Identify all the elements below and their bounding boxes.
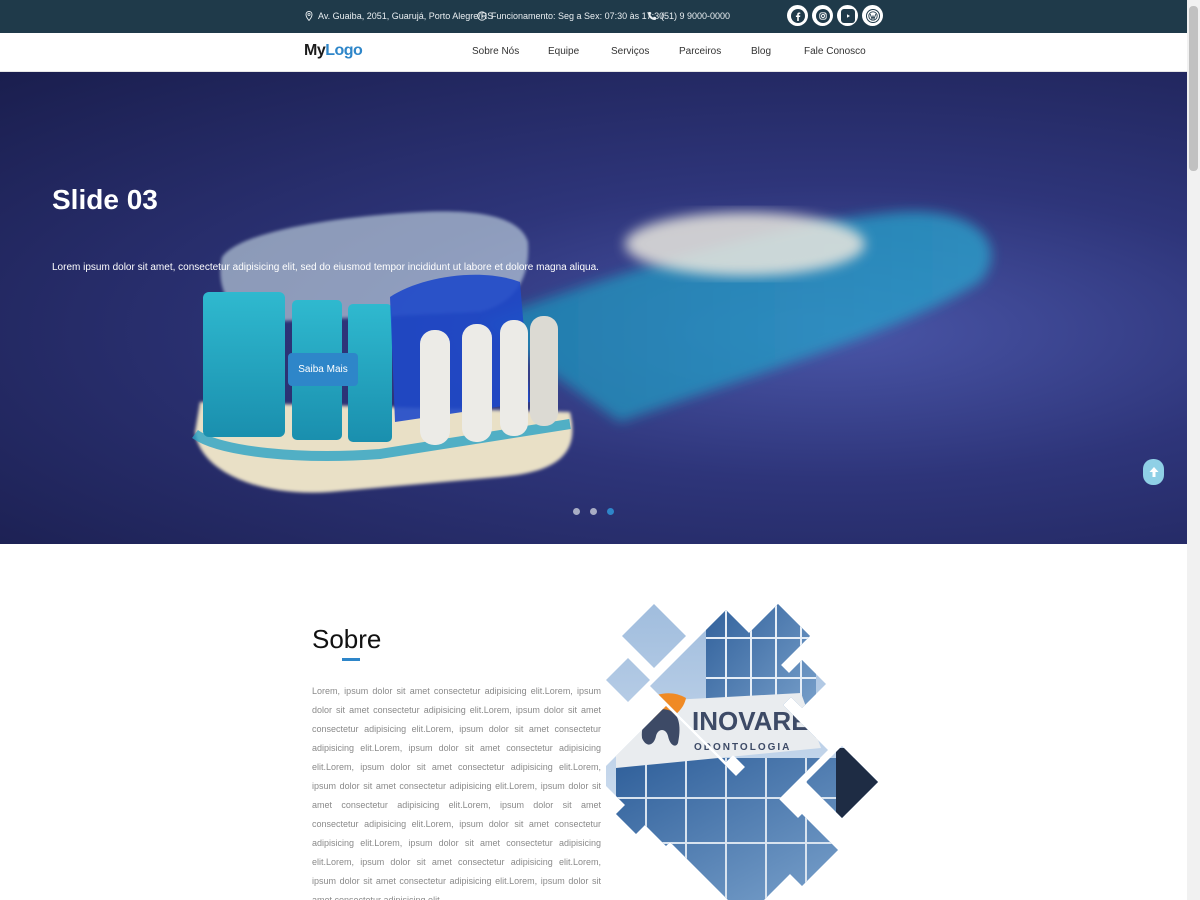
saiba-mais-button[interactable]: Saiba Mais xyxy=(288,353,358,386)
scrollbar-thumb[interactable] xyxy=(1189,6,1198,171)
back-to-top-button[interactable] xyxy=(1143,459,1164,485)
phone-icon xyxy=(648,12,656,20)
nav-sobre-nos[interactable]: Sobre Nós xyxy=(472,46,519,57)
top-info-bar: Av. Guaiba, 2051, Guarujá, Porto Alegre/… xyxy=(0,0,1187,33)
nav-fale-conosco[interactable]: Fale Conosco xyxy=(804,46,866,57)
phone-text: (51) 9 9000-0000 xyxy=(661,11,731,21)
clock-icon xyxy=(477,11,487,21)
phone-info: (51) 9 9000-0000 xyxy=(647,11,730,21)
youtube-icon xyxy=(840,8,855,23)
logo-part-my: My xyxy=(304,42,326,59)
about-title: Sobre xyxy=(312,624,382,654)
page-scrollbar[interactable] xyxy=(1187,0,1200,900)
slide-title: Slide 03 xyxy=(52,184,158,215)
clinic-mosaic-image: INOVARE ODONTOLOGIA xyxy=(606,604,878,900)
page: Av. Guaiba, 2051, Guarujá, Porto Alegre/… xyxy=(0,0,1200,900)
main-navbar: MyLogo Sobre Nós Equipe Serviços Parceir… xyxy=(0,33,1187,72)
nav-blog[interactable]: Blog xyxy=(751,46,771,57)
about-paragraph: Lorem, ipsum dolor sit amet consectetur … xyxy=(312,686,601,900)
instagram-icon xyxy=(815,8,830,23)
youtube-link[interactable] xyxy=(837,5,858,26)
arrow-up-icon xyxy=(1149,467,1158,477)
facebook-link[interactable] xyxy=(787,5,808,26)
instagram-link[interactable] xyxy=(812,5,833,26)
site-logo[interactable]: MyLogo xyxy=(304,42,363,60)
slider-dot-3[interactable] xyxy=(607,508,614,515)
map-pin-icon xyxy=(305,11,313,21)
about-title-underline xyxy=(342,658,360,661)
slider-dot-1[interactable] xyxy=(573,508,580,515)
mosaic-brand-text: INOVARE xyxy=(692,706,809,736)
facebook-icon xyxy=(790,8,805,23)
slider-dot-2[interactable] xyxy=(590,508,597,515)
toothbrush-image xyxy=(192,211,992,493)
hero-slider: Slide 03 Lorem ipsum dolor sit amet, con… xyxy=(0,72,1187,544)
address-text: Av. Guaiba, 2051, Guarujá, Porto Alegre/… xyxy=(318,11,494,21)
wordpress-link[interactable] xyxy=(862,5,883,26)
nav-equipe[interactable]: Equipe xyxy=(548,46,579,57)
nav-servicos[interactable]: Serviços xyxy=(611,46,649,57)
address-info: Av. Guaiba, 2051, Guarujá, Porto Alegre/… xyxy=(304,11,493,21)
logo-part-logo: Logo xyxy=(325,42,363,59)
slide-text: Lorem ipsum dolor sit amet, consectetur … xyxy=(52,262,599,273)
hours-text: Funcionamento: Seg a Sex: 07:30 às 17:30 xyxy=(491,11,665,21)
hours-info: Funcionamento: Seg a Sex: 07:30 às 17:30 xyxy=(477,11,664,21)
mosaic-sub-text: ODONTOLOGIA xyxy=(694,742,791,753)
wordpress-icon xyxy=(865,8,880,23)
nav-parceiros[interactable]: Parceiros xyxy=(679,46,721,57)
